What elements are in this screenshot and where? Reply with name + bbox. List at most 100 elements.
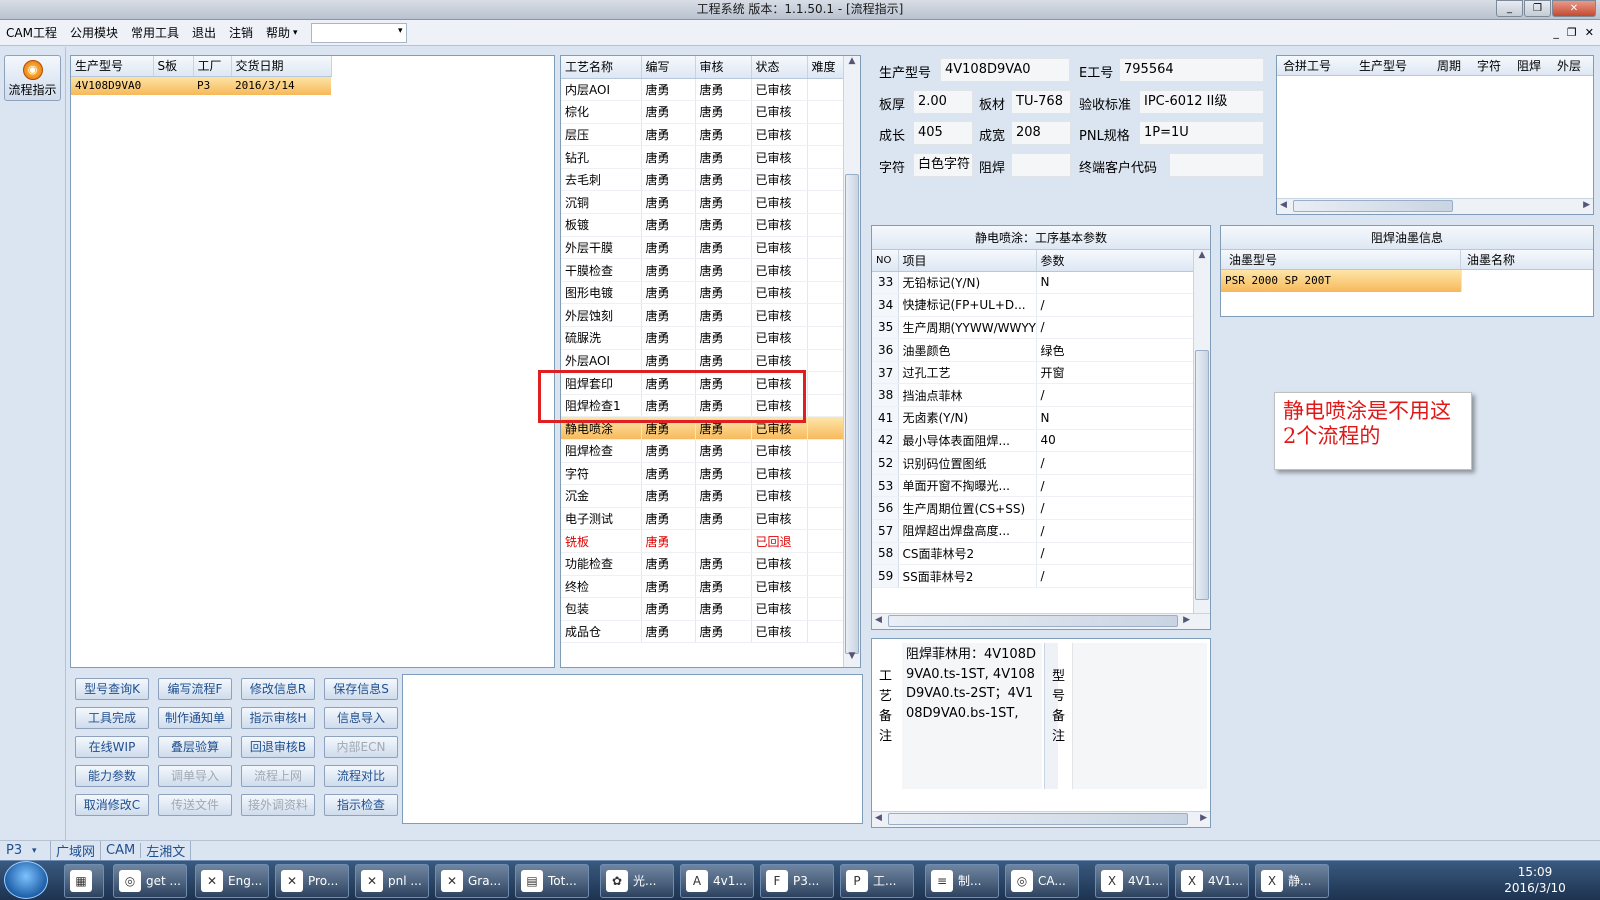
table-row[interactable]: 沉铜 唐勇 唐勇 已审核 — [561, 190, 844, 215]
taskbar-item[interactable]: ✕ Gra... — [435, 864, 509, 898]
scroll-down-icon[interactable]: ▼ — [844, 651, 860, 667]
menu-combo[interactable] — [310, 22, 407, 43]
taskbar-item[interactable]: ▤ Tot... — [515, 864, 589, 898]
table-row[interactable]: 33 无铅标记(Y/N) N — [872, 271, 1195, 295]
mdi-close-button[interactable]: ✕ — [1585, 26, 1594, 39]
menu-logout[interactable]: 注销 — [229, 24, 253, 41]
table-row[interactable]: 去毛刺 唐勇 唐勇 已审核 — [561, 168, 844, 192]
column-header[interactable]: 字符 — [1473, 56, 1513, 75]
model-remark-text[interactable] — [1072, 643, 1207, 789]
menu-common-module[interactable]: 公用模块 — [70, 24, 118, 41]
flow-guide-button[interactable]: ◉ 流程指示 — [4, 55, 61, 101]
table-row[interactable]: 字符 唐勇 唐勇 已审核 — [561, 462, 844, 486]
table-row[interactable]: 37 过孔工艺 开窗 — [872, 361, 1195, 385]
taskbar-item[interactable]: ✿ 光... — [600, 864, 674, 898]
taskbar-item[interactable]: X 静... — [1255, 864, 1329, 898]
chevron-down-icon[interactable]: ▾ — [32, 846, 50, 856]
menu-cam[interactable]: CAM工程 — [6, 24, 57, 41]
field-material[interactable]: TU-768 — [1011, 90, 1071, 114]
field-char[interactable]: 白色字符 — [913, 153, 973, 177]
table-row[interactable]: 56 生产周期位置(CS+SS) / — [872, 496, 1195, 521]
action-button[interactable]: 编写流程F — [158, 678, 232, 700]
combine-hscrollbar[interactable]: ◀ ▶ — [1277, 198, 1593, 214]
field-eno[interactable]: 795564 — [1119, 58, 1264, 82]
table-row[interactable]: 34 快捷标记(FP+UL+D... / — [872, 293, 1195, 317]
table-row[interactable]: 外层AOI 唐勇 唐勇 已审核 — [561, 349, 844, 373]
field-model[interactable]: 4V108D9VA0 — [940, 58, 1070, 82]
message-area[interactable] — [402, 674, 863, 824]
calculator-button[interactable]: ▦ — [64, 864, 104, 898]
table-row[interactable]: 棕化 唐勇 唐勇 已审核 — [561, 100, 844, 124]
mdi-minimize-button[interactable]: _ — [1553, 26, 1559, 39]
taskbar-item[interactable]: A 4v1... — [680, 864, 754, 898]
scroll-left-icon[interactable]: ◀ — [1280, 200, 1287, 210]
field-length[interactable]: 405 — [913, 121, 973, 145]
column-header[interactable]: 外层 — [1553, 56, 1593, 75]
menu-exit[interactable]: 退出 — [192, 24, 216, 41]
column-header[interactable]: 生产型号 — [1355, 56, 1433, 75]
scroll-right-icon[interactable]: ▶ — [1183, 615, 1190, 625]
action-button[interactable]: 修改信息R — [241, 678, 315, 700]
column-header[interactable]: 状态 — [751, 56, 808, 79]
action-button[interactable]: 能力参数 — [75, 765, 149, 787]
action-button[interactable]: 传送文件 — [158, 794, 232, 816]
table-row[interactable]: 铣板 唐勇 已回退 — [561, 529, 844, 553]
taskbar-item[interactable]: P 工... — [840, 864, 914, 898]
minimize-button[interactable]: _ — [1496, 0, 1523, 17]
field-pnl[interactable]: 1P=1U — [1139, 121, 1264, 145]
action-button[interactable]: 接外调资料 — [241, 794, 315, 816]
column-header[interactable]: 油墨名称 — [1461, 250, 1581, 269]
column-header[interactable]: 审核 — [695, 56, 752, 79]
menu-tools[interactable]: 常用工具 — [131, 24, 179, 41]
scroll-thumb[interactable] — [888, 813, 1188, 825]
table-row[interactable]: 成品仓 唐勇 唐勇 已审核 — [561, 620, 844, 644]
scroll-right-icon[interactable]: ▶ — [1200, 813, 1207, 823]
start-button[interactable] — [4, 861, 48, 899]
field-mask[interactable] — [1011, 153, 1071, 177]
params-scrollbar[interactable]: ▲ — [1193, 250, 1210, 614]
table-row[interactable]: 外层蚀刻 唐勇 唐勇 已审核 — [561, 303, 844, 328]
scroll-right-icon[interactable]: ▶ — [1583, 200, 1590, 210]
taskbar-item[interactable]: ◎ CA... — [1005, 864, 1079, 898]
table-row[interactable]: 层压 唐勇 唐勇 已审核 — [561, 123, 844, 147]
column-header[interactable]: 阻焊 — [1513, 56, 1553, 75]
action-button[interactable]: 叠层验算 — [158, 736, 232, 758]
scroll-up-icon[interactable]: ▲ — [1194, 250, 1210, 266]
column-header[interactable]: 工厂 — [193, 56, 232, 77]
field-width[interactable]: 208 — [1011, 121, 1071, 145]
table-row[interactable]: 53 单面开窗不掏曝光... / — [872, 474, 1195, 498]
table-row[interactable]: 58 CS面菲林号2/ — [872, 542, 1195, 566]
table-row[interactable]: 4V108D9VA0 P3 2016/3/14 — [71, 76, 331, 95]
column-header[interactable]: 合拼工号 — [1277, 56, 1355, 75]
action-button[interactable]: 信息导入 — [324, 707, 398, 729]
column-header[interactable]: NO — [872, 250, 899, 272]
scroll-thumb[interactable] — [888, 615, 1178, 627]
table-row[interactable]: 硫脲洗 唐勇 唐勇 已审核 — [561, 326, 844, 350]
column-header[interactable]: 编写 — [641, 56, 696, 79]
params-hscrollbar[interactable]: ◀ ▶ — [872, 613, 1210, 629]
action-button[interactable]: 型号查询K — [75, 678, 149, 700]
column-header[interactable]: 参数 — [1036, 250, 1195, 272]
factory-select[interactable]: P3 — [0, 843, 32, 858]
action-button[interactable]: 保存信息S — [324, 678, 398, 700]
remarks-hscrollbar[interactable]: ◀ ▶ — [872, 811, 1210, 827]
table-row[interactable]: 干膜检查 唐勇 唐勇 已审核 — [561, 258, 844, 282]
table-row[interactable]: 38 挡油点菲林 / — [872, 383, 1195, 408]
close-button[interactable]: ✕ — [1552, 0, 1596, 17]
maximize-button[interactable]: ❐ — [1524, 0, 1551, 17]
taskbar-item[interactable]: X 4V1... — [1175, 864, 1249, 898]
table-row[interactable]: 功能检查 唐勇 唐勇 已审核 — [561, 552, 844, 576]
table-row[interactable]: PSR 2000 SP 200T — [1221, 270, 1593, 292]
action-button[interactable]: 工具完成 — [75, 707, 149, 729]
table-row[interactable]: 阻焊检查 唐勇 唐勇 已审核 — [561, 439, 844, 463]
action-button[interactable]: 指示检查 — [324, 794, 398, 816]
process-scrollbar[interactable]: ▲ ▼ — [843, 56, 860, 667]
column-header[interactable]: 工艺名称 — [561, 56, 642, 79]
action-button[interactable]: 回退审核B — [241, 736, 315, 758]
taskbar-item[interactable]: ✕ Eng... — [195, 864, 269, 898]
action-button[interactable]: 调单导入 — [158, 765, 232, 787]
table-row[interactable]: 42 最小导体表面阻焊... 40 — [872, 429, 1195, 453]
column-header[interactable]: 生产型号 — [71, 56, 154, 77]
column-header[interactable]: 交货日期 — [231, 56, 332, 77]
table-row[interactable]: 36 油墨颜色 绿色 — [872, 338, 1195, 362]
